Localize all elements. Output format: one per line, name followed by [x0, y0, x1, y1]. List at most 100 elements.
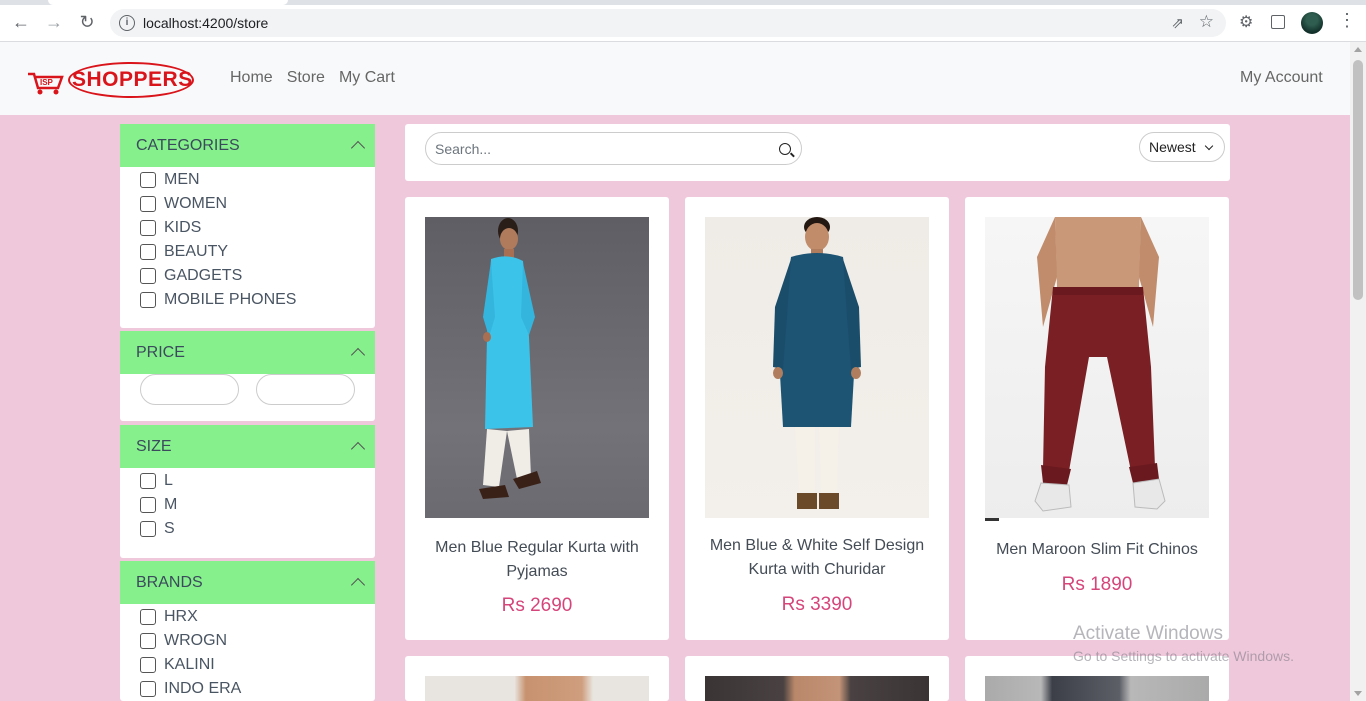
chevron-up-icon[interactable]: [350, 347, 366, 363]
category-label: WOMEN: [164, 195, 228, 212]
checkbox[interactable]: [140, 497, 156, 513]
category-option[interactable]: GADGETS: [120, 264, 375, 288]
brand-option[interactable]: WROGN: [120, 629, 375, 653]
product-photo-chinos-maroon: [1034, 217, 1166, 512]
size-label: L: [164, 472, 173, 489]
sort-dropdown[interactable]: Newest: [1139, 132, 1225, 162]
activate-windows-subtitle: Go to Settings to activate Windows.: [1073, 648, 1294, 664]
site-info-icon[interactable]: i: [119, 15, 135, 31]
scroll-up-arrow-icon[interactable]: [1354, 47, 1362, 52]
forward-arrow-icon[interactable]: →: [43, 11, 65, 33]
size-option[interactable]: L: [120, 469, 375, 493]
category-option[interactable]: KIDS: [120, 216, 375, 240]
product-card[interactable]: [685, 656, 949, 701]
shoppers-logo[interactable]: ISP SHOPPERS: [26, 62, 196, 102]
reload-icon[interactable]: ↻: [76, 11, 98, 33]
min-price-input[interactable]: [140, 374, 239, 405]
category-option[interactable]: BEAUTY: [120, 240, 375, 264]
price-title: PRICE: [136, 343, 185, 361]
scroll-down-arrow-icon[interactable]: [1354, 691, 1362, 696]
product-image[interactable]: [425, 217, 649, 518]
app-header: [0, 42, 1350, 115]
search-placeholder[interactable]: Search...: [435, 141, 491, 157]
categories-header[interactable]: CATEGORIES: [120, 124, 375, 167]
brand-option[interactable]: KALINI: [120, 653, 375, 677]
back-arrow-icon[interactable]: ←: [10, 11, 32, 33]
main-nav: Home Store My Cart: [230, 69, 395, 87]
category-label: MEN: [164, 171, 200, 188]
product-card[interactable]: Men Blue Regular Kurta with Pyjamas Rs 2…: [405, 197, 669, 640]
checkbox[interactable]: [140, 657, 156, 673]
page-scrollbar[interactable]: [1350, 42, 1366, 701]
product-image[interactable]: [985, 676, 1209, 701]
price-panel: PRICE: [120, 331, 375, 421]
price-header[interactable]: PRICE: [120, 331, 375, 374]
size-option[interactable]: S: [120, 517, 375, 541]
filter-sidebar: CATEGORIES MEN WOMEN KIDS BEAUTY GADGETS…: [120, 124, 375, 701]
checkbox[interactable]: [140, 473, 156, 489]
categories-panel: CATEGORIES MEN WOMEN KIDS BEAUTY GADGETS…: [120, 124, 375, 328]
nav-my-cart[interactable]: My Cart: [339, 69, 395, 87]
checkbox[interactable]: [140, 172, 156, 188]
product-title[interactable]: Men Maroon Slim Fit Chinos: [975, 538, 1219, 562]
brands-header[interactable]: BRANDS: [120, 561, 375, 604]
product-card[interactable]: [405, 656, 669, 701]
address-bar[interactable]: i localhost:4200/store ⇗ ☆: [110, 9, 1226, 37]
checkbox[interactable]: [140, 196, 156, 212]
product-image[interactable]: [705, 217, 929, 518]
checkbox[interactable]: [140, 220, 156, 236]
scrollbar-thumb[interactable]: [1353, 60, 1363, 300]
share-icon[interactable]: ⇗: [1171, 14, 1184, 32]
profile-avatar[interactable]: [1301, 12, 1323, 34]
category-label: MOBILE PHONES: [164, 291, 297, 308]
category-label: KIDS: [164, 219, 202, 236]
nav-home[interactable]: Home: [230, 69, 273, 87]
checkbox[interactable]: [140, 244, 156, 260]
checkbox[interactable]: [140, 521, 156, 537]
checkbox[interactable]: [140, 268, 156, 284]
brand-label: HRX: [164, 608, 198, 625]
product-price: Rs 3390: [781, 594, 853, 615]
search-input[interactable]: Search...: [425, 132, 802, 165]
search-icon[interactable]: [779, 143, 791, 155]
product-image[interactable]: [985, 217, 1209, 518]
browser-chrome: ← → ↻ i localhost:4200/store ⇗ ☆ ⚙ ⋮: [0, 0, 1366, 42]
nav-store[interactable]: Store: [287, 69, 325, 87]
tab-strip: [0, 0, 1366, 5]
product-card[interactable]: Men Maroon Slim Fit Chinos Rs 1890: [965, 197, 1229, 640]
checkbox[interactable]: [140, 292, 156, 308]
bookmark-star-icon[interactable]: ☆: [1199, 12, 1214, 32]
product-image[interactable]: [425, 676, 649, 701]
active-tab[interactable]: [48, 0, 288, 5]
checkbox[interactable]: [140, 609, 156, 625]
category-option[interactable]: WOMEN: [120, 192, 375, 216]
size-title: SIZE: [136, 437, 172, 455]
logo-text: SHOPPERS: [72, 68, 193, 91]
max-price-input[interactable]: [256, 374, 355, 405]
extensions-puzzle-icon[interactable]: ⚙: [1239, 12, 1253, 32]
sort-label: Newest: [1149, 139, 1196, 155]
category-option[interactable]: MEN: [120, 168, 375, 192]
chevron-up-icon[interactable]: [350, 140, 366, 156]
brands-title: BRANDS: [136, 573, 203, 591]
categories-title: CATEGORIES: [136, 136, 240, 154]
category-option[interactable]: MOBILE PHONES: [120, 288, 375, 312]
product-card[interactable]: Men Blue & White Self Design Kurta with …: [685, 197, 949, 640]
size-header[interactable]: SIZE: [120, 425, 375, 468]
chevron-up-icon[interactable]: [350, 577, 366, 593]
side-panel-icon[interactable]: [1271, 15, 1285, 29]
product-photo-kurta-navy: [773, 217, 861, 509]
size-option[interactable]: M: [120, 493, 375, 517]
more-menu-icon[interactable]: ⋮: [1338, 10, 1356, 30]
product-price: Rs 1890: [1061, 574, 1133, 595]
url-text[interactable]: localhost:4200/store: [143, 15, 268, 31]
brand-option[interactable]: INDO ERA: [120, 677, 375, 701]
brand-option[interactable]: HRX: [120, 605, 375, 629]
product-title[interactable]: Men Blue Regular Kurta with Pyjamas: [415, 536, 659, 584]
checkbox[interactable]: [140, 633, 156, 649]
my-account-link[interactable]: My Account: [1240, 69, 1323, 87]
checkbox[interactable]: [140, 681, 156, 697]
product-title[interactable]: Men Blue & White Self Design Kurta with …: [695, 534, 939, 582]
product-image[interactable]: [705, 676, 929, 701]
chevron-up-icon[interactable]: [350, 441, 366, 457]
